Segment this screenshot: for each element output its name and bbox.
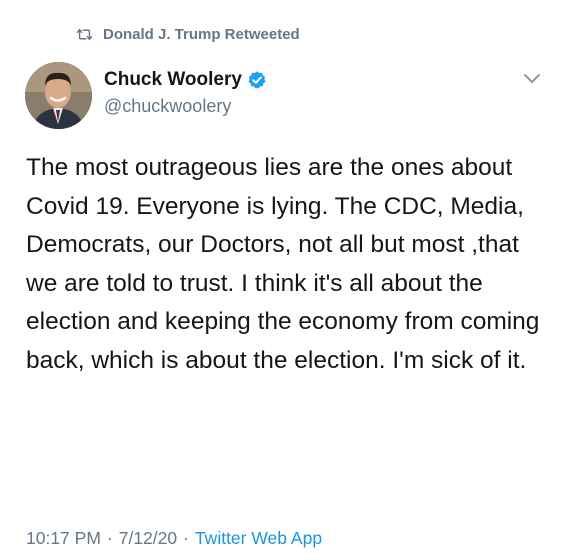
tweet-time[interactable]: 10:17 PM: [26, 528, 101, 549]
meta-separator: ·: [183, 528, 189, 548]
tweet-card: Donald J. Trump Retweeted Chuck Woolery …: [0, 0, 567, 560]
avatar[interactable]: [25, 62, 92, 129]
tweet-date[interactable]: 7/12/20: [119, 528, 177, 549]
tweet-source-link[interactable]: Twitter Web App: [195, 528, 322, 549]
chevron-down-icon[interactable]: [522, 72, 542, 86]
display-name[interactable]: Chuck Woolery: [104, 69, 242, 91]
tweet-text: The most outrageous lies are the ones ab…: [26, 154, 540, 374]
author-block[interactable]: Chuck Woolery @chuckwoolery: [104, 66, 267, 117]
tweet-meta: 10:17 PM · 7/12/20 · Twitter Web App: [26, 528, 322, 549]
retweet-label: Donald J. Trump Retweeted: [103, 25, 300, 43]
retweet-context[interactable]: Donald J. Trump Retweeted: [76, 22, 300, 46]
user-handle[interactable]: @chuckwoolery: [104, 96, 267, 117]
meta-separator: ·: [106, 528, 113, 548]
retweet-icon: [76, 28, 93, 40]
verified-badge-icon: [248, 71, 266, 89]
avatar-image: [25, 62, 92, 129]
